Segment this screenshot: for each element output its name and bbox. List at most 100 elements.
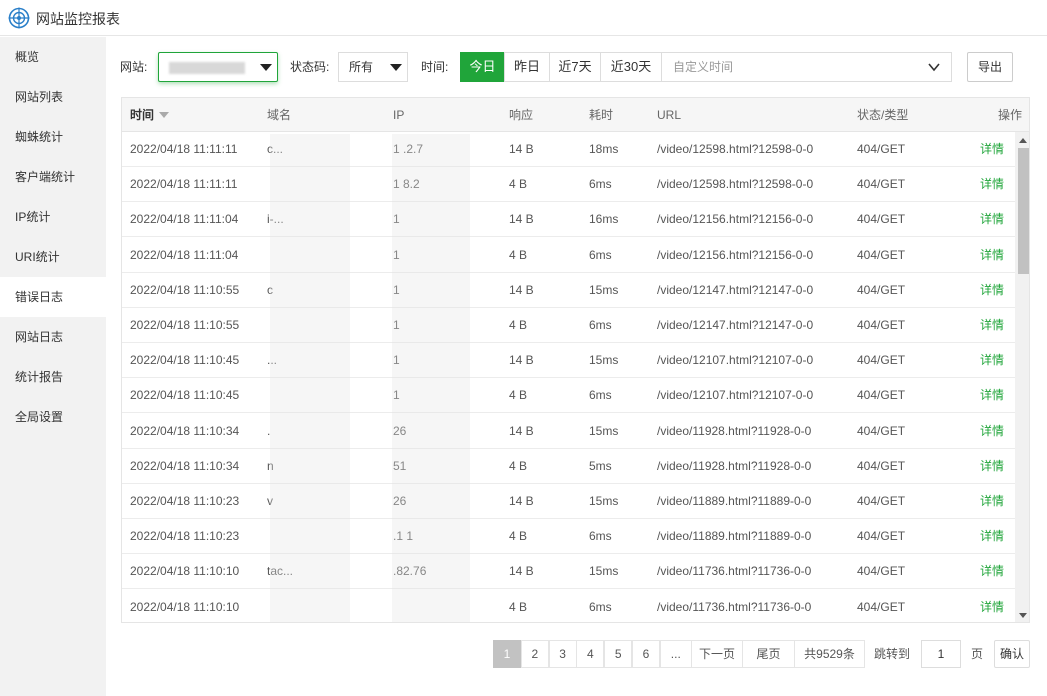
cell-url: /video/12598.html?12598-0-0	[657, 177, 814, 192]
sidebar-item-spider-stats[interactable]: 蜘蛛统计	[0, 117, 106, 157]
cell-cost: 6ms	[589, 529, 612, 544]
status-code-select[interactable]: 所有	[338, 52, 408, 82]
sidebar-item-uri-stats[interactable]: URI统计	[0, 237, 106, 277]
export-button[interactable]: 导出	[967, 52, 1013, 82]
sidebar-item-ip-stats[interactable]: IP统计	[0, 197, 106, 237]
cell-response: 4 B	[509, 599, 528, 614]
cell-response: 14 B	[509, 142, 534, 156]
sidebar-item-error-log[interactable]: 错误日志	[0, 277, 106, 317]
table-row: 2022/04/18 11:10:23.1 14 B 6ms/video/1188…	[122, 519, 1015, 555]
custom-time-input[interactable]: 自定义时间	[661, 52, 952, 82]
detail-link[interactable]: 详情	[980, 590, 1004, 622]
time-yesterday-button[interactable]: 昨日	[504, 52, 550, 82]
cell-response: 4 B	[509, 529, 528, 544]
detail-link[interactable]: 详情	[980, 519, 1004, 554]
chevron-down-icon	[260, 64, 272, 71]
detail-link[interactable]: 详情	[980, 202, 1004, 237]
confirm-jump-button[interactable]: 确认	[994, 640, 1030, 668]
detail-link[interactable]: 详情	[980, 273, 1004, 308]
detail-link[interactable]: 详情	[980, 343, 1004, 378]
site-select[interactable]	[158, 52, 278, 82]
cell-response: 4 B	[509, 177, 528, 192]
sidebar-item-report[interactable]: 统计报告	[0, 357, 106, 397]
detail-link[interactable]: 详情	[980, 484, 1004, 519]
col-cost: 耗时	[589, 108, 614, 122]
cell-cost: 15ms	[589, 494, 619, 508]
jump-page-input[interactable]: 1	[921, 640, 961, 668]
next-page-button[interactable]: 下一页	[691, 640, 743, 668]
cell-time: 2022/04/18 11:10:55	[130, 282, 240, 297]
page-button-2[interactable]: 2	[520, 640, 549, 668]
cell-url: /video/12147.html?12147-0-0	[657, 282, 814, 297]
page-button-3[interactable]: 3	[548, 640, 577, 668]
cell-status: 404/GET	[857, 494, 906, 508]
site-label: 网站:	[120, 60, 148, 74]
col-domain: 域名	[267, 108, 292, 122]
page-button-1[interactable]: 1	[493, 640, 521, 668]
table-header: 时间 域名 IP 响应 耗时 URL 状态/类型 操作	[122, 98, 1029, 132]
cell-status: 404/GET	[857, 353, 906, 368]
sidebar-item-site-list[interactable]: 网站列表	[0, 77, 106, 117]
detail-link[interactable]: 详情	[980, 378, 1004, 413]
cell-url: /video/12147.html?12147-0-0	[657, 318, 814, 332]
cell-response: 14 B	[509, 494, 534, 508]
scroll-thumb[interactable]	[1018, 148, 1029, 274]
cell-cost: 15ms	[589, 423, 619, 438]
table-scrollbar[interactable]	[1015, 132, 1029, 622]
cell-response: 4 B	[509, 458, 528, 473]
cell-time: 2022/04/18 11:11:11	[130, 142, 238, 156]
cell-status: 404/GET	[857, 599, 906, 614]
cell-response: 14 B	[509, 212, 534, 227]
cell-status: 404/GET	[857, 388, 906, 403]
table-row: 2022/04/18 11:11:11 c... 1 .2.7 14 B 18ms/vi…	[122, 132, 1015, 167]
cell-cost: 6ms	[589, 318, 612, 332]
detail-link[interactable]: 详情	[980, 449, 1004, 484]
sidebar-item-client-stats[interactable]: 客户端统计	[0, 157, 106, 197]
table-row: 2022/04/18 11:10:55 c 1 14 B 15ms/video/1214…	[122, 272, 1015, 308]
cell-response: 14 B	[509, 353, 534, 368]
last-page-button[interactable]: 尾页	[742, 640, 795, 668]
cell-cost: 18ms	[589, 142, 619, 156]
cell-status: 404/GET	[857, 177, 906, 192]
sidebar-item-global-settings[interactable]: 全局设置	[0, 397, 106, 437]
sidebar-item-site-log[interactable]: 网站日志	[0, 317, 106, 357]
scroll-up-arrow-icon[interactable]	[1019, 138, 1027, 143]
total-count: 共9529条	[794, 640, 865, 668]
cell-cost: 15ms	[589, 564, 619, 579]
error-log-table: 时间 域名 IP 响应 耗时 URL 状态/类型 操作 2022/04/18 1…	[121, 97, 1030, 623]
detail-link[interactable]: 详情	[980, 554, 1004, 589]
custom-time-placeholder: 自定义时间	[673, 60, 734, 74]
col-time[interactable]: 时间	[130, 98, 170, 132]
cell-time: 2022/04/18 11:10:10	[130, 564, 240, 579]
cell-time: 2022/04/18 11:11:04	[130, 247, 239, 262]
sidebar-item-overview[interactable]: 概览	[0, 37, 106, 77]
sort-desc-icon[interactable]	[159, 112, 170, 118]
page-unit-label: 页	[971, 647, 984, 661]
cell-url: /video/12107.html?12107-0-0	[657, 353, 814, 368]
time-7days-button[interactable]: 近7天	[549, 52, 601, 82]
detail-link[interactable]: 详情	[980, 308, 1004, 343]
time-30days-button[interactable]: 近30天	[600, 52, 662, 82]
chevron-down-icon	[390, 64, 402, 71]
detail-link[interactable]: 详情	[980, 238, 1004, 273]
scroll-down-arrow-icon[interactable]	[1019, 613, 1027, 618]
page-button-6[interactable]: 6	[632, 640, 660, 668]
page-button-5[interactable]: 5	[604, 640, 633, 668]
table-row: 2022/04/18 11:11:04 1 4 B 6ms/video/12156.h…	[122, 237, 1015, 273]
redacted-site-name	[169, 62, 245, 74]
time-today-button[interactable]: 今日	[460, 52, 505, 82]
detail-link[interactable]: 详情	[980, 167, 1004, 202]
cell-response: 14 B	[509, 282, 534, 297]
cell-time: 2022/04/18 11:10:10	[130, 599, 240, 614]
table-row: 2022/04/18 11:11:04 i-... 1 14 B 16ms/video/…	[122, 202, 1015, 238]
cell-url: /video/12156.html?12156-0-0	[657, 212, 814, 227]
detail-link[interactable]: 详情	[980, 414, 1004, 449]
cell-time: 2022/04/18 11:11:11	[130, 177, 238, 192]
cell-response: 4 B	[509, 247, 528, 262]
page-button-4[interactable]: 4	[576, 640, 605, 668]
detail-link[interactable]: 详情	[980, 132, 1004, 167]
time-label: 时间:	[421, 60, 449, 74]
table-row: 2022/04/18 11:10:34. 26 14 B 15ms/video/119…	[122, 413, 1015, 449]
cell-status: 404/GET	[857, 212, 906, 227]
cell-cost: 16ms	[589, 212, 619, 227]
